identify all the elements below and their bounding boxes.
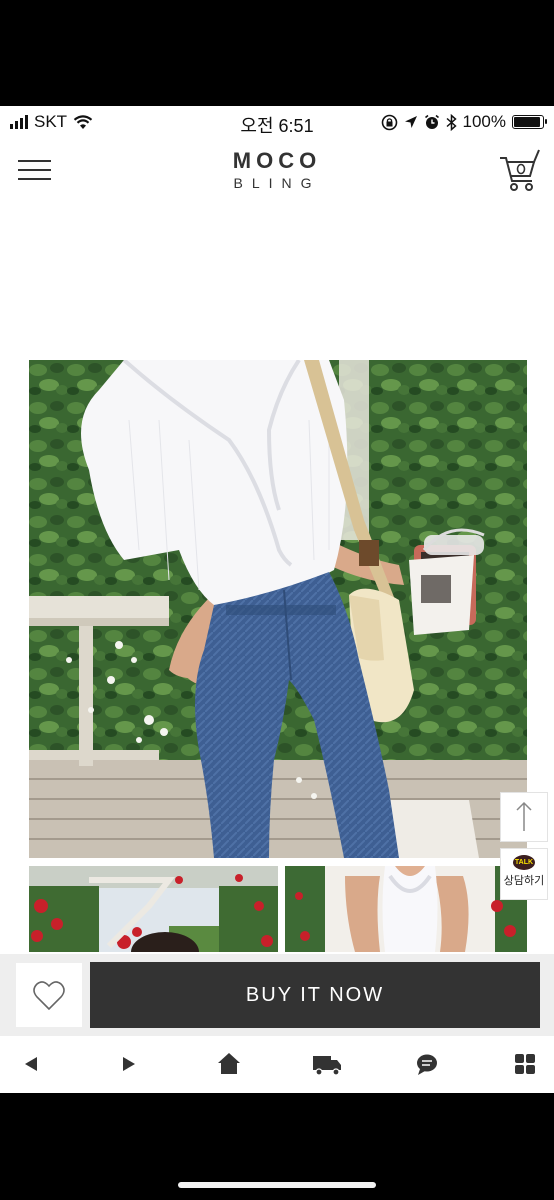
status-right: 100% (381, 112, 547, 132)
delivery-button[interactable] (305, 1044, 349, 1084)
forward-icon (123, 1057, 135, 1071)
buy-now-button[interactable]: BUY IT NOW (90, 962, 540, 1028)
back-button[interactable] (9, 1044, 53, 1084)
brand-logo[interactable]: MOCO BLING (0, 148, 554, 191)
grid-icon (515, 1054, 535, 1074)
app-screen: SKT 오전 6:51 100% MOCO BLING TALK 상담하기 BU… (0, 106, 554, 1093)
talk-label: 상담하기 (503, 875, 545, 887)
grid-button[interactable] (503, 1044, 547, 1084)
location-icon (404, 116, 417, 128)
orientation-lock-icon (381, 114, 397, 130)
home-indicator[interactable] (178, 1182, 376, 1188)
cart-icon (500, 149, 540, 191)
home-icon (218, 1053, 240, 1074)
kakao-talk-button[interactable]: TALK 상담하기 (500, 848, 548, 900)
scroll-top-button[interactable] (500, 792, 548, 842)
arrow-up-icon (516, 801, 532, 831)
battery-icon (512, 115, 547, 129)
delivery-icon (313, 1056, 341, 1076)
talk-badge: TALK (513, 855, 535, 870)
status-bar: SKT 오전 6:51 100% (0, 106, 554, 138)
logo-line-2: BLING (233, 175, 321, 191)
back-icon (25, 1057, 37, 1071)
home-button[interactable] (207, 1044, 251, 1084)
purchase-bar: BUY IT NOW (0, 954, 554, 1036)
chat-button[interactable] (405, 1044, 449, 1084)
forward-button[interactable] (107, 1044, 151, 1084)
alarm-icon (424, 114, 439, 129)
chat-icon (417, 1054, 437, 1075)
product-thumbnail-1[interactable] (29, 866, 278, 952)
product-main-image[interactable] (29, 360, 527, 858)
bottom-nav (0, 1036, 554, 1093)
battery-percent: 100% (462, 112, 506, 131)
site-header: MOCO BLING (0, 138, 554, 208)
bluetooth-icon (446, 113, 457, 131)
cart-button[interactable] (498, 148, 542, 192)
wishlist-button[interactable] (16, 963, 82, 1027)
logo-line-1: MOCO (232, 148, 322, 173)
product-thumbnail-2[interactable] (285, 866, 527, 952)
heart-icon (33, 981, 65, 1011)
